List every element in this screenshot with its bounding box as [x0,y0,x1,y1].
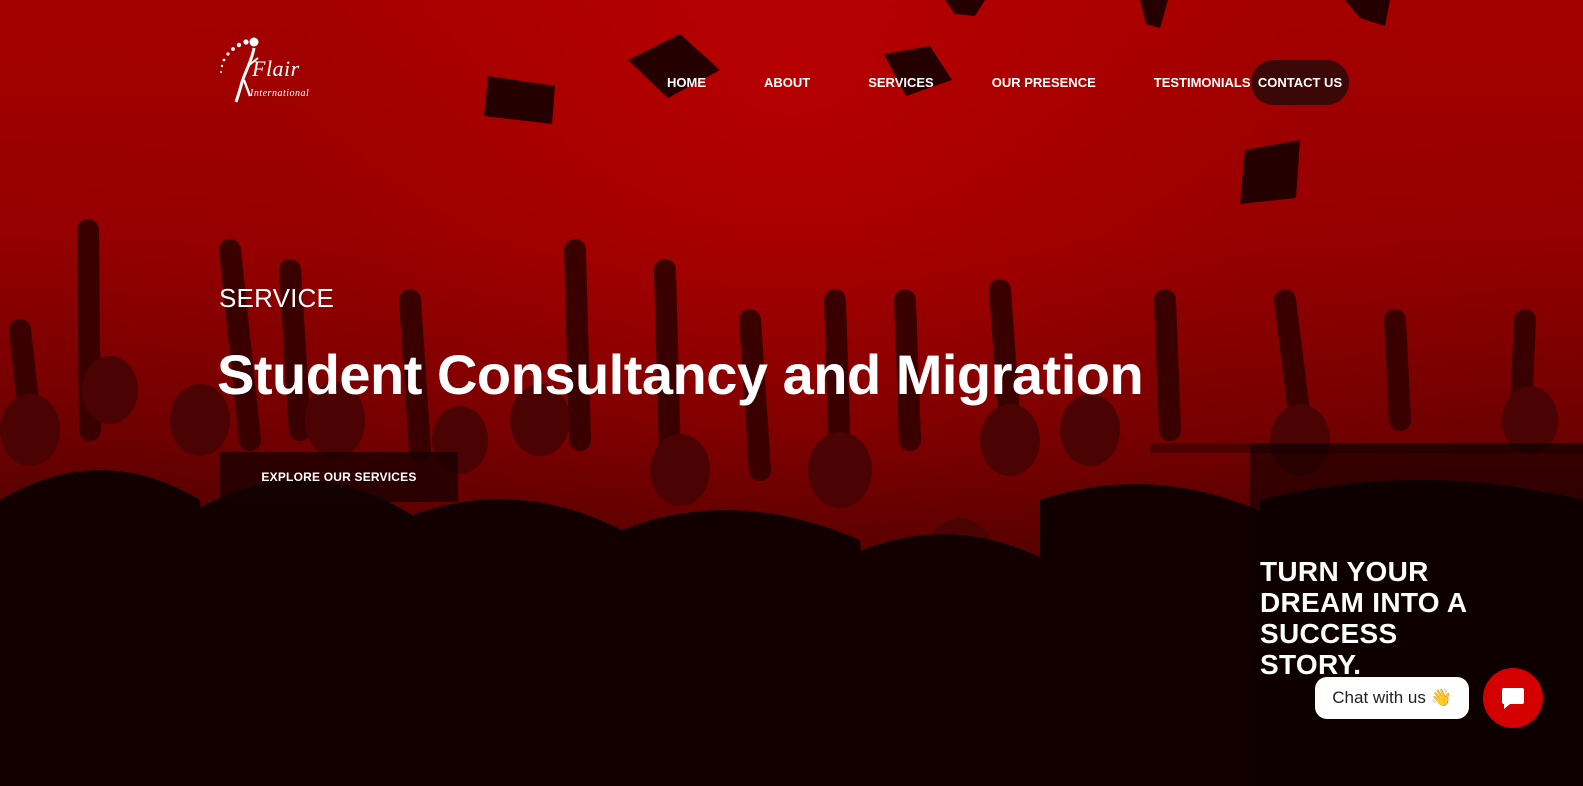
nav-about[interactable]: ABOUT [764,75,810,90]
nav-home[interactable]: HOME [667,75,706,90]
logo-name: Flair [252,56,300,81]
hero-eyebrow: SERVICE [219,283,335,313]
nav-services[interactable]: SERVICES [868,75,934,90]
hero-headline: Student Consultancy and Migration [217,343,1144,406]
hero-tagline: TURN YOUR DREAM INTO A SUCCESS STORY. [1260,556,1467,680]
chat-icon [1502,688,1524,709]
nav-our-presence[interactable]: OUR PRESENCE [992,75,1096,90]
explore-services-button[interactable]: EXPLORE OUR SERVICES [220,452,458,502]
logo-subtitle: International [250,88,310,99]
chat-launcher-button[interactable] [1483,668,1543,728]
flair-logo[interactable]: Flair International [218,36,322,104]
contact-us-button[interactable]: CONTACT US [1251,60,1349,105]
chat-with-us-bubble[interactable]: Chat with us 👋 [1315,677,1469,719]
nav-testimonials[interactable]: TESTIMONIALS [1154,75,1251,90]
main-nav: HOME ABOUT SERVICES OUR PRESENCE TESTIMO… [640,60,1280,104]
